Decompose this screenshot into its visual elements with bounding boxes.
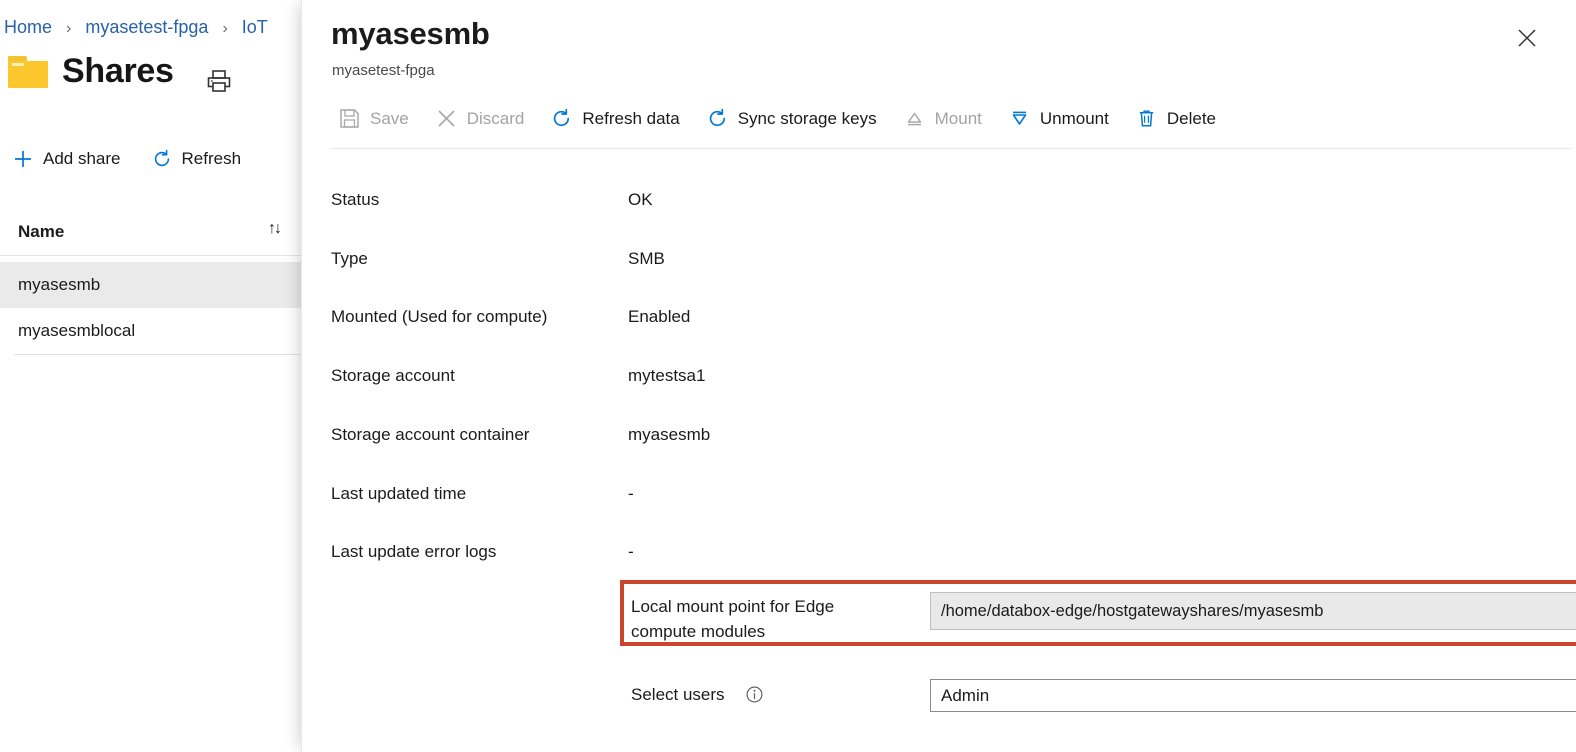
add-share-label: Add share (43, 149, 121, 168)
local-mount-point-input[interactable] (930, 592, 1576, 630)
field-label: Mounted (Used for compute) (331, 307, 548, 326)
screen-root: Home › myasetest-fpga › IoT Shares Add s… (0, 0, 1576, 752)
discard-icon (435, 107, 458, 130)
breadcrumb: Home › myasetest-fpga › IoT (4, 17, 268, 38)
field-value: SMB (628, 249, 665, 268)
select-users-dropdown[interactable]: Admin (930, 679, 1576, 712)
refresh-data-button[interactable]: Refresh data (550, 107, 680, 130)
folder-icon (8, 55, 48, 88)
local-mount-point-label: Local mount point for Edge compute modul… (631, 597, 835, 641)
mount-icon (903, 107, 926, 130)
close-icon[interactable] (1510, 21, 1544, 55)
unmount-button[interactable]: Unmount (1008, 107, 1109, 130)
save-button[interactable]: Save (338, 107, 409, 130)
breadcrumb-item-resource[interactable]: myasetest-fpga (85, 17, 208, 37)
panel-title: myasesmb (331, 16, 490, 51)
delete-label: Delete (1166, 108, 1216, 128)
field-label: Storage account (331, 366, 455, 385)
plus-icon (12, 148, 34, 170)
shares-blade: Home › myasetest-fpga › IoT Shares Add s… (0, 0, 330, 752)
panel-toolbar: Save Discard Refresh data Sync storage k… (338, 107, 1216, 130)
sync-icon (706, 107, 729, 130)
refresh-icon (151, 148, 173, 170)
field-value: myasesmb (628, 425, 711, 444)
list-item-label: myasesmb (18, 275, 101, 294)
list-header: Name ↑↓ (0, 212, 330, 256)
field-label: Storage account container (331, 425, 530, 444)
refresh-data-label: Refresh data (582, 108, 680, 128)
breadcrumb-item-home[interactable]: Home (4, 17, 52, 37)
mount-label: Mount (934, 108, 982, 128)
page-header: Shares (8, 52, 174, 91)
unmount-label: Unmount (1039, 108, 1109, 128)
page-title: Shares (62, 52, 174, 90)
refresh-icon (550, 107, 573, 130)
discard-label: Discard (466, 108, 525, 128)
delete-icon (1135, 107, 1158, 130)
list-item[interactable]: myasesmblocal (0, 308, 330, 354)
field-label: Status (331, 190, 380, 209)
sort-icon[interactable]: ↑↓ (268, 220, 282, 238)
breadcrumb-separator: › (222, 20, 228, 37)
panel-subtitle: myasetest-fpga (332, 62, 435, 79)
select-users-label: Select users (631, 685, 725, 704)
breadcrumb-separator: › (66, 20, 72, 37)
refresh-label: Refresh (181, 149, 242, 168)
field-label: Type (331, 249, 368, 268)
mount-button[interactable]: Mount (903, 107, 982, 130)
info-icon[interactable] (746, 686, 763, 703)
select-users-value: Admin (941, 686, 990, 705)
refresh-button[interactable]: Refresh (151, 148, 242, 170)
sync-storage-keys-label: Sync storage keys (737, 108, 877, 128)
print-icon[interactable] (202, 66, 236, 96)
field-value: OK (628, 190, 653, 209)
command-bar: Add share Refresh (12, 148, 241, 170)
share-detail-panel: myasesmb myasetest-fpga Save Discard Ref… (301, 0, 1576, 752)
sync-storage-keys-button[interactable]: Sync storage keys (706, 107, 877, 130)
breadcrumb-item-iot[interactable]: IoT (242, 17, 268, 37)
unmount-icon (1008, 107, 1031, 130)
list-divider (14, 354, 316, 355)
list-item-label: myasesmblocal (18, 321, 136, 340)
add-share-button[interactable]: Add share (12, 148, 121, 170)
delete-button[interactable]: Delete (1135, 107, 1216, 130)
field-label: Last updated time (331, 484, 467, 503)
toolbar-divider (331, 148, 1571, 149)
list-item[interactable]: myasesmb (0, 262, 330, 308)
field-value: - (628, 484, 634, 503)
field-value: - (628, 542, 634, 561)
field-label: Last update error logs (331, 542, 497, 561)
field-value: Enabled (628, 307, 691, 326)
save-label: Save (370, 108, 409, 128)
field-value: mytestsa1 (628, 366, 706, 385)
discard-button[interactable]: Discard (435, 107, 525, 130)
column-header-name[interactable]: Name (18, 222, 64, 242)
save-icon (338, 107, 361, 130)
